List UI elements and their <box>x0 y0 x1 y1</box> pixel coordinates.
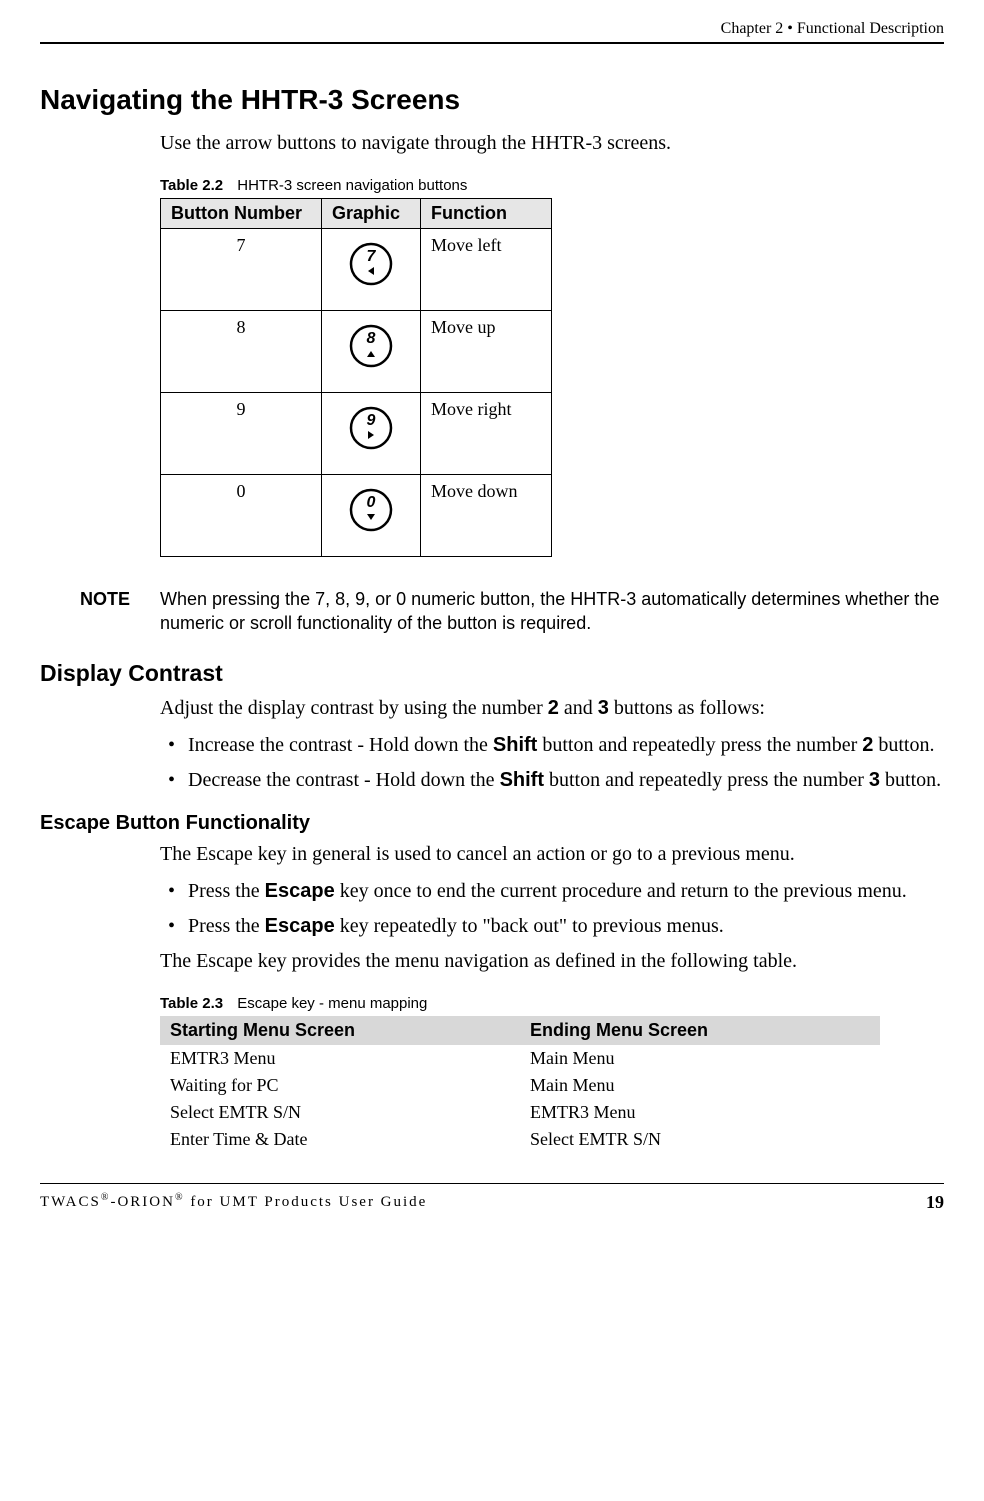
escape-list: Press the Escape key once to end the cur… <box>160 878 944 940</box>
escape-map-table: Starting Menu Screen Ending Menu Screen … <box>160 1016 880 1153</box>
ending-menu: Main Menu <box>520 1045 880 1072</box>
table22-caption: Table 2.2 HHTR-3 screen navigation butto… <box>160 177 944 194</box>
table-row: 9 9 Move right <box>161 393 552 475</box>
button-graphic: 9 <box>322 393 421 475</box>
starting-menu: EMTR3 Menu <box>160 1045 520 1072</box>
starting-menu: Waiting for PC <box>160 1072 520 1099</box>
footer-title: TWACS®-ORION® for UMT Products User Guid… <box>40 1192 427 1213</box>
table-row: 7 7 Move left <box>161 229 552 311</box>
ending-menu: Select EMTR S/N <box>520 1126 880 1153</box>
table-row: Select EMTR S/NEMTR3 Menu <box>160 1099 880 1126</box>
section-title: Navigating the HHTR-3 Screens <box>40 84 944 116</box>
th-starting: Starting Menu Screen <box>160 1016 520 1045</box>
button-function: Move right <box>421 393 552 475</box>
contrast-increase: Increase the contrast - Hold down the Sh… <box>188 732 944 759</box>
ending-menu: EMTR3 Menu <box>520 1099 880 1126</box>
th-ending: Ending Menu Screen <box>520 1016 880 1045</box>
escape-outro: The Escape key provides the menu navigat… <box>160 948 944 975</box>
right-arrow-button-icon: 9 <box>348 405 394 456</box>
contrast-intro: Adjust the display contrast by using the… <box>160 695 944 722</box>
svg-text:8: 8 <box>367 330 376 347</box>
display-contrast-title: Display Contrast <box>40 660 944 687</box>
escape-repeat: Press the Escape key repeatedly to "back… <box>188 913 944 940</box>
button-function: Move down <box>421 475 552 557</box>
button-number: 9 <box>161 393 322 475</box>
button-number: 7 <box>161 229 322 311</box>
page-header: Chapter 2 • Functional Description <box>40 20 944 44</box>
svg-text:9: 9 <box>367 412 376 429</box>
starting-menu: Enter Time & Date <box>160 1126 520 1153</box>
note-block: NOTE When pressing the 7, 8, 9, or 0 num… <box>80 587 944 636</box>
table-row: EMTR3 MenuMain Menu <box>160 1045 880 1072</box>
page-number: 19 <box>926 1192 944 1213</box>
button-function: Move up <box>421 311 552 393</box>
section1-intro: Use the arrow buttons to navigate throug… <box>160 130 944 157</box>
up-arrow-button-icon: 8 <box>348 323 394 374</box>
th-function: Function <box>421 199 552 229</box>
button-graphic: 0 <box>322 475 421 557</box>
down-arrow-button-icon: 0 <box>348 487 394 538</box>
contrast-list: Increase the contrast - Hold down the Sh… <box>160 732 944 794</box>
button-number: 8 <box>161 311 322 393</box>
button-graphic: 8 <box>322 311 421 393</box>
svg-text:0: 0 <box>367 494 376 511</box>
button-number: 0 <box>161 475 322 557</box>
contrast-decrease: Decrease the contrast - Hold down the Sh… <box>188 767 944 794</box>
page-footer: TWACS®-ORION® for UMT Products User Guid… <box>40 1183 944 1213</box>
ending-menu: Main Menu <box>520 1072 880 1099</box>
th-graphic: Graphic <box>322 199 421 229</box>
escape-once: Press the Escape key once to end the cur… <box>188 878 944 905</box>
svg-text:7: 7 <box>367 248 377 265</box>
note-label: NOTE <box>80 587 160 636</box>
table-row: 8 8 Move up <box>161 311 552 393</box>
note-text: When pressing the 7, 8, 9, or 0 numeric … <box>160 587 944 636</box>
button-function: Move left <box>421 229 552 311</box>
table-row: Enter Time & DateSelect EMTR S/N <box>160 1126 880 1153</box>
button-graphic: 7 <box>322 229 421 311</box>
table23-caption: Table 2.3 Escape key - menu mapping <box>160 995 944 1012</box>
table23-number: Table 2.3 <box>160 995 223 1012</box>
table-row: 0 0 Move down <box>161 475 552 557</box>
nav-button-table: Button Number Graphic Function 7 7 Move le… <box>160 198 552 557</box>
escape-title: Escape Button Functionality <box>40 812 944 835</box>
th-button-number: Button Number <box>161 199 322 229</box>
left-arrow-button-icon: 7 <box>348 241 394 292</box>
table23-caption-text: Escape key - menu mapping <box>237 995 427 1012</box>
table22-number: Table 2.2 <box>160 177 223 194</box>
table-row: Waiting for PCMain Menu <box>160 1072 880 1099</box>
table22-caption-text: HHTR-3 screen navigation buttons <box>237 177 467 194</box>
escape-intro: The Escape key in general is used to can… <box>160 841 944 868</box>
starting-menu: Select EMTR S/N <box>160 1099 520 1126</box>
